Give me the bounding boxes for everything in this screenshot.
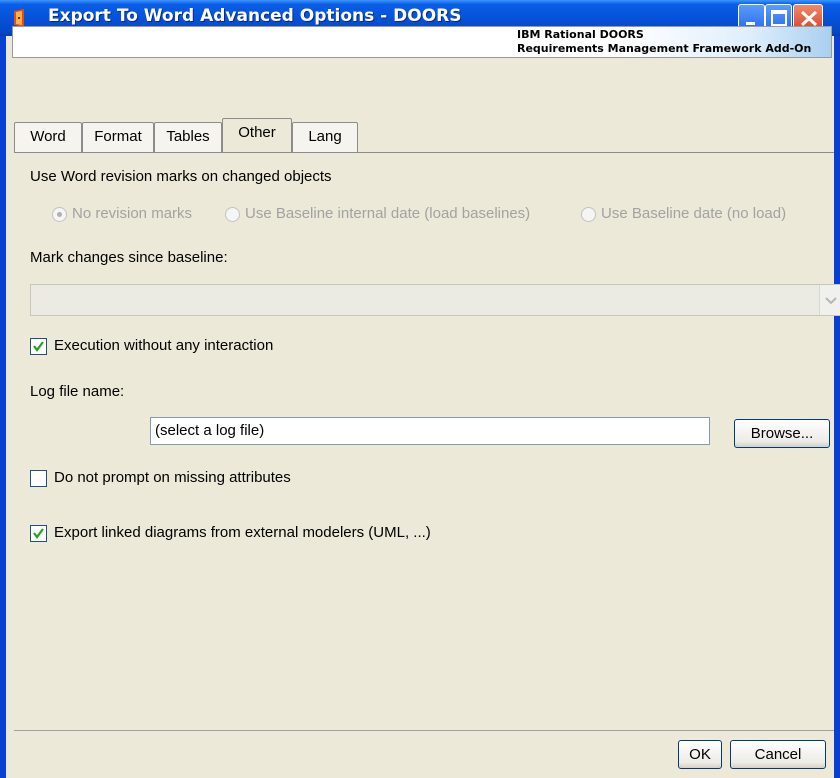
radio-baseline-date[interactable] — [581, 207, 596, 222]
tab-word[interactable]: Word — [14, 122, 82, 152]
radio-no-revision-marks-label: No revision marks — [72, 205, 193, 222]
window-title: Export To Word Advanced Options - DOORS — [48, 6, 462, 26]
footer-separator — [14, 730, 834, 731]
checkmark-icon — [33, 341, 44, 352]
banner-addon-name: Requirements Management Framework Add-On — [517, 42, 812, 55]
doors-app-icon — [12, 9, 28, 27]
radio-baseline-date-label: Use Baseline date (no load) — [601, 205, 787, 222]
baseline-label: Mark changes since baseline: — [30, 249, 228, 266]
dialog-window: Export To Word Advanced Options - DOORS … — [0, 0, 840, 778]
product-banner: IBM Rational DOORS Requirements Manageme… — [12, 26, 832, 58]
linked-diagrams-label: Export linked diagrams from external mod… — [54, 524, 431, 541]
log-file-input[interactable]: (select a log file) — [150, 417, 710, 445]
missing-attributes-checkbox[interactable] — [30, 470, 47, 487]
radio-baseline-internal-date-label: Use Baseline internal date (load baselin… — [245, 205, 531, 222]
linked-diagrams-checkbox[interactable] — [30, 525, 47, 542]
log-file-label: Log file name: — [30, 383, 125, 400]
checkmark-icon — [33, 528, 44, 539]
radio-baseline-internal-date[interactable] — [225, 207, 240, 222]
browse-button[interactable]: Browse... — [734, 419, 830, 448]
tab-tables[interactable]: Tables — [154, 122, 222, 152]
banner-product-name: IBM Rational DOORS — [517, 28, 644, 41]
tab-lang[interactable]: Lang — [292, 122, 358, 152]
tab-other[interactable]: Other — [222, 118, 292, 152]
chevron-down-icon[interactable] — [819, 285, 840, 315]
execution-label: Execution without any interaction — [54, 337, 274, 354]
radio-no-revision-marks[interactable] — [52, 207, 67, 222]
missing-attributes-label: Do not prompt on missing attributes — [54, 469, 291, 486]
tab-format[interactable]: Format — [82, 122, 154, 152]
revision-marks-heading: Use Word revision marks on changed objec… — [30, 168, 332, 185]
baseline-select[interactable] — [30, 284, 840, 316]
tab-panel-border — [14, 152, 834, 153]
ok-button[interactable]: OK — [678, 740, 722, 769]
execution-checkbox[interactable] — [30, 338, 47, 355]
cancel-button[interactable]: Cancel — [730, 740, 826, 769]
